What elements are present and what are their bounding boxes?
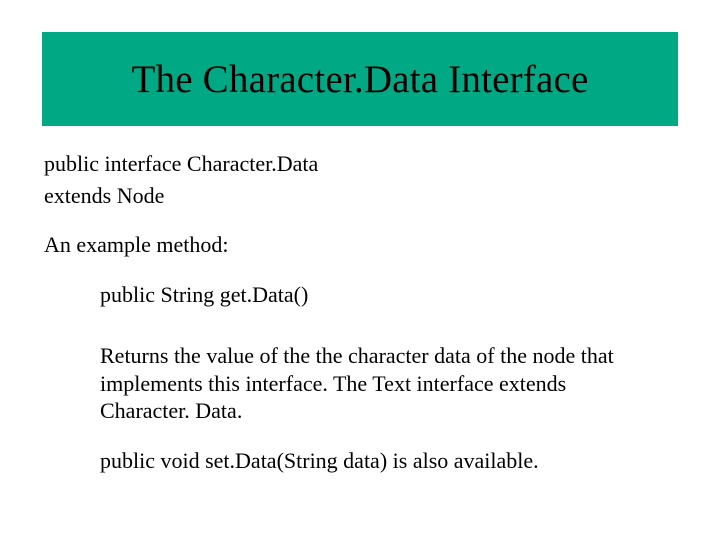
slide-title: The Character.Data Interface (131, 57, 588, 102)
slide: The Character.Data Interface public inte… (0, 0, 720, 540)
setter-note: public void set.Data(String data) is als… (100, 447, 656, 475)
example-method-label: An example method: (44, 231, 676, 259)
slide-body: public interface Character.Data extends … (44, 150, 676, 496)
method-description: Returns the value of the the character d… (100, 342, 656, 425)
title-bar: The Character.Data Interface (42, 32, 678, 126)
interface-declaration-line-2: extends Node (44, 182, 676, 210)
method-signature: public String get.Data() (100, 281, 656, 309)
interface-declaration-line-1: public interface Character.Data (44, 150, 676, 178)
